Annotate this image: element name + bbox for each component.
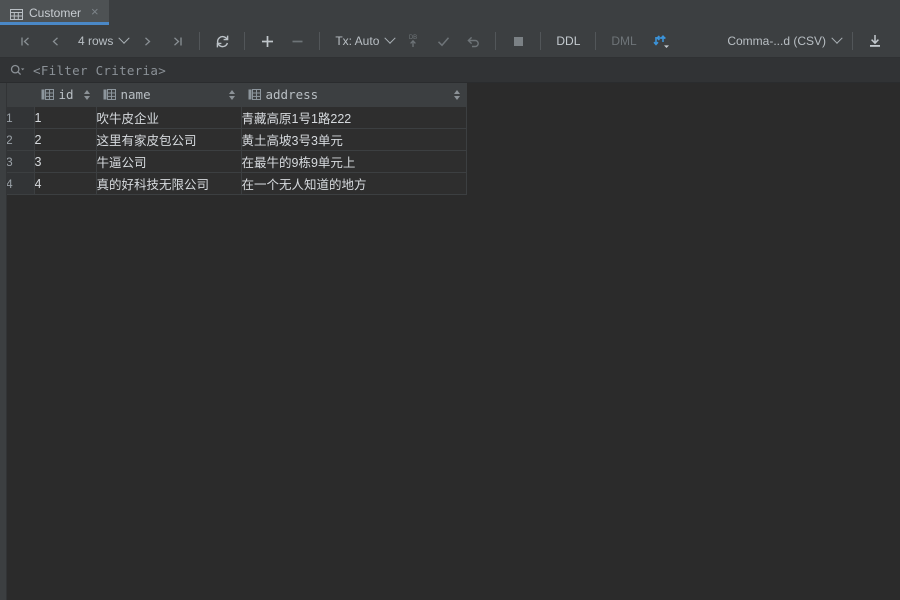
cell-address[interactable]: 在一个无人知道的地方: [241, 172, 467, 195]
column-header-name[interactable]: name: [96, 83, 242, 107]
dml-button[interactable]: DML: [603, 29, 644, 53]
rollback-button[interactable]: [458, 29, 488, 53]
tab-bar: Customer ×: [0, 0, 900, 25]
last-page-button[interactable]: [162, 29, 192, 53]
table-grid-icon: [10, 7, 23, 20]
row-count-dropdown[interactable]: 4 rows: [70, 29, 132, 53]
toolbar-separator: [540, 32, 542, 50]
close-icon[interactable]: ×: [87, 5, 101, 20]
column-header-id[interactable]: id: [34, 83, 97, 107]
ddl-button[interactable]: DDL: [548, 29, 588, 53]
next-page-button[interactable]: [132, 29, 162, 53]
column-header-address[interactable]: address: [241, 83, 467, 107]
tab-active-indicator: [0, 22, 109, 25]
cell-address[interactable]: 黄土高坡3号3单元: [241, 128, 467, 151]
transpose-button[interactable]: [645, 29, 677, 53]
toolbar-separator: [852, 32, 853, 50]
chevron-down-icon: [118, 32, 131, 44]
transaction-mode-label: Tx: Auto: [335, 34, 380, 48]
export-format-label: Comma-...d (CSV): [727, 34, 826, 48]
table-row[interactable]: 1 1 吹牛皮企业 青藏高原1号1路222: [6, 106, 467, 129]
row-number: 2: [6, 128, 35, 151]
export-format-dropdown[interactable]: Comma-...d (CSV): [719, 29, 845, 53]
dml-label: DML: [611, 34, 637, 48]
commit-button[interactable]: [428, 29, 458, 53]
row-number: 4: [6, 172, 35, 195]
data-grid-container: id name address 1 1 吹牛皮企业 青藏高原1号1路222 2 …: [0, 83, 900, 600]
cell-id[interactable]: 1: [34, 106, 97, 129]
column-icon: [248, 89, 261, 100]
cell-name[interactable]: 真的好科技无限公司: [96, 172, 242, 195]
table-row[interactable]: 3 3 牛逼公司 在最牛的9栋9单元上: [6, 150, 467, 173]
reload-button[interactable]: [207, 29, 237, 53]
toolbar-separator: [495, 32, 497, 50]
download-button[interactable]: [860, 29, 890, 53]
toolbar-separator: [199, 32, 201, 50]
row-count-label: 4 rows: [78, 34, 114, 48]
filter-criteria-input[interactable]: <Filter Criteria>: [33, 63, 166, 78]
toolbar-separator: [244, 32, 246, 50]
stop-button[interactable]: [503, 29, 533, 53]
row-number: 3: [6, 150, 35, 173]
database-table-viewer: Customer × 4 rows Tx: Auto DB DDL DML Co…: [0, 0, 900, 600]
grid-left-gutter-strip: [0, 83, 7, 600]
grid-body: 1 1 吹牛皮企业 青藏高原1号1路222 2 2 这里有家皮包公司 黄土高坡3…: [6, 106, 467, 195]
cell-address[interactable]: 青藏高原1号1路222: [241, 106, 467, 129]
previous-page-button[interactable]: [40, 29, 70, 53]
data-grid: id name address 1 1 吹牛皮企业 青藏高原1号1路222 2 …: [6, 83, 467, 195]
sort-toggle-icon[interactable]: [83, 89, 90, 100]
filter-bar[interactable]: <Filter Criteria>: [0, 58, 900, 83]
sort-toggle-icon[interactable]: [453, 89, 460, 100]
cell-id[interactable]: 4: [34, 172, 97, 195]
transaction-mode-dropdown[interactable]: Tx: Auto: [327, 29, 398, 53]
table-row[interactable]: 4 4 真的好科技无限公司 在一个无人知道的地方: [6, 172, 467, 195]
delete-row-button[interactable]: [282, 29, 312, 53]
first-page-button[interactable]: [10, 29, 40, 53]
cell-name[interactable]: 这里有家皮包公司: [96, 128, 242, 151]
cell-name[interactable]: 吹牛皮企业: [96, 106, 242, 129]
grid-toolbar: 4 rows Tx: Auto DB DDL DML Comma-...d (C…: [0, 25, 900, 58]
cell-address[interactable]: 在最牛的9栋9单元上: [241, 150, 467, 173]
grid-header: id name address: [6, 83, 467, 107]
chevron-down-icon: [384, 32, 397, 44]
column-label: id: [58, 87, 74, 102]
submit-to-database-button[interactable]: DB: [398, 29, 428, 53]
column-label: address: [265, 87, 319, 102]
toolbar-separator: [319, 32, 321, 50]
column-label: name: [120, 87, 151, 102]
header-row: id name address: [6, 83, 467, 107]
tab-label: Customer: [29, 5, 82, 20]
rownum-header: [6, 83, 35, 107]
chevron-down-icon: [831, 32, 843, 44]
toolbar-separator: [595, 32, 597, 50]
column-icon: [41, 89, 54, 100]
cell-id[interactable]: 3: [34, 150, 97, 173]
ddl-label: DDL: [556, 34, 581, 48]
column-icon: [103, 89, 116, 100]
tab-customer[interactable]: Customer ×: [0, 0, 109, 25]
cell-name[interactable]: 牛逼公司: [96, 150, 242, 173]
pagination-group: 4 rows: [10, 29, 192, 53]
add-row-button[interactable]: [252, 29, 282, 53]
row-number: 1: [6, 106, 35, 129]
search-icon: [10, 64, 25, 77]
table-row[interactable]: 2 2 这里有家皮包公司 黄土高坡3号3单元: [6, 128, 467, 151]
cell-id[interactable]: 2: [34, 128, 97, 151]
sort-toggle-icon[interactable]: [228, 89, 235, 100]
